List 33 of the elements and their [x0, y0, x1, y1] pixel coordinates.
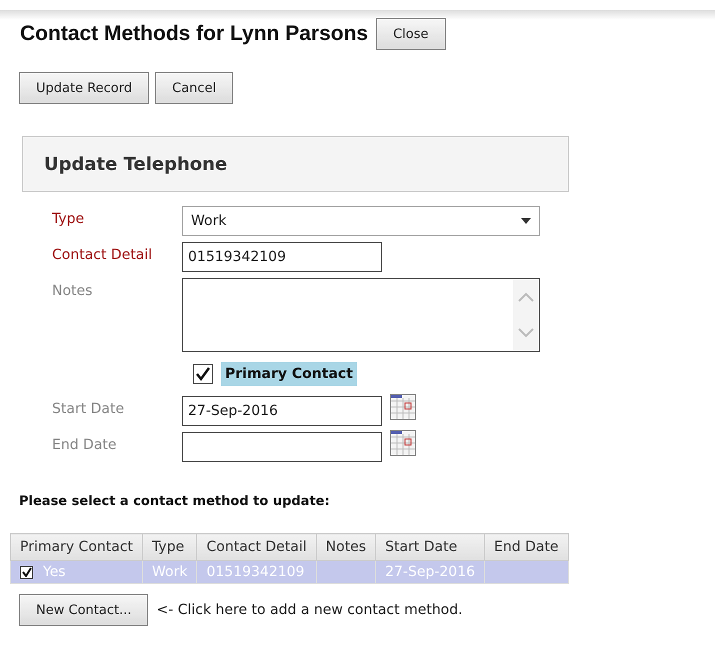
cell-text: Yes	[43, 564, 66, 580]
calendar-icon[interactable]	[390, 430, 416, 456]
page-title: Contact Methods for Lynn Parsons	[20, 22, 368, 46]
close-button[interactable]: Close	[376, 18, 446, 50]
column-header[interactable]: Contact Detail	[196, 534, 316, 560]
checkbox[interactable]	[193, 364, 213, 384]
panel-title: Update Telephone	[44, 154, 228, 174]
table-cell: Work	[142, 560, 197, 584]
checkbox-label: Primary Contact	[221, 362, 357, 386]
new-contact-button[interactable]: New Contact...	[19, 594, 148, 626]
table-cell: 01519342109	[196, 560, 316, 584]
date-field[interactable]: 27-Sep-2016	[182, 396, 382, 426]
action-button[interactable]: Update Record	[19, 72, 150, 104]
field-label: Notes	[52, 282, 94, 299]
column-header[interactable]: Start Date	[376, 534, 485, 560]
date-field[interactable]	[182, 432, 382, 462]
table-cell: 27-Sep-2016	[376, 560, 485, 584]
hint-text: <- Click here to add a new contact method.	[156, 602, 463, 618]
field-label: Type	[52, 210, 86, 227]
field-label: End Date	[52, 436, 118, 453]
field-label: Start Date	[52, 400, 126, 417]
column-header[interactable]: End Date	[484, 534, 568, 560]
type-dropdown[interactable]: Work	[182, 206, 540, 236]
action-button[interactable]: Cancel	[155, 72, 234, 104]
table-cell	[316, 560, 376, 584]
column-header[interactable]: Type	[142, 534, 197, 560]
input-field[interactable]: 01519342109	[182, 242, 382, 272]
column-header[interactable]: Notes	[316, 534, 376, 560]
section-heading: Please select a contact method to update:	[19, 494, 331, 509]
caret-icon	[521, 218, 531, 224]
field-label: Contact Detail	[52, 246, 154, 263]
column-header[interactable]: Primary Contact	[10, 534, 143, 560]
calendar-icon[interactable]	[390, 394, 416, 420]
